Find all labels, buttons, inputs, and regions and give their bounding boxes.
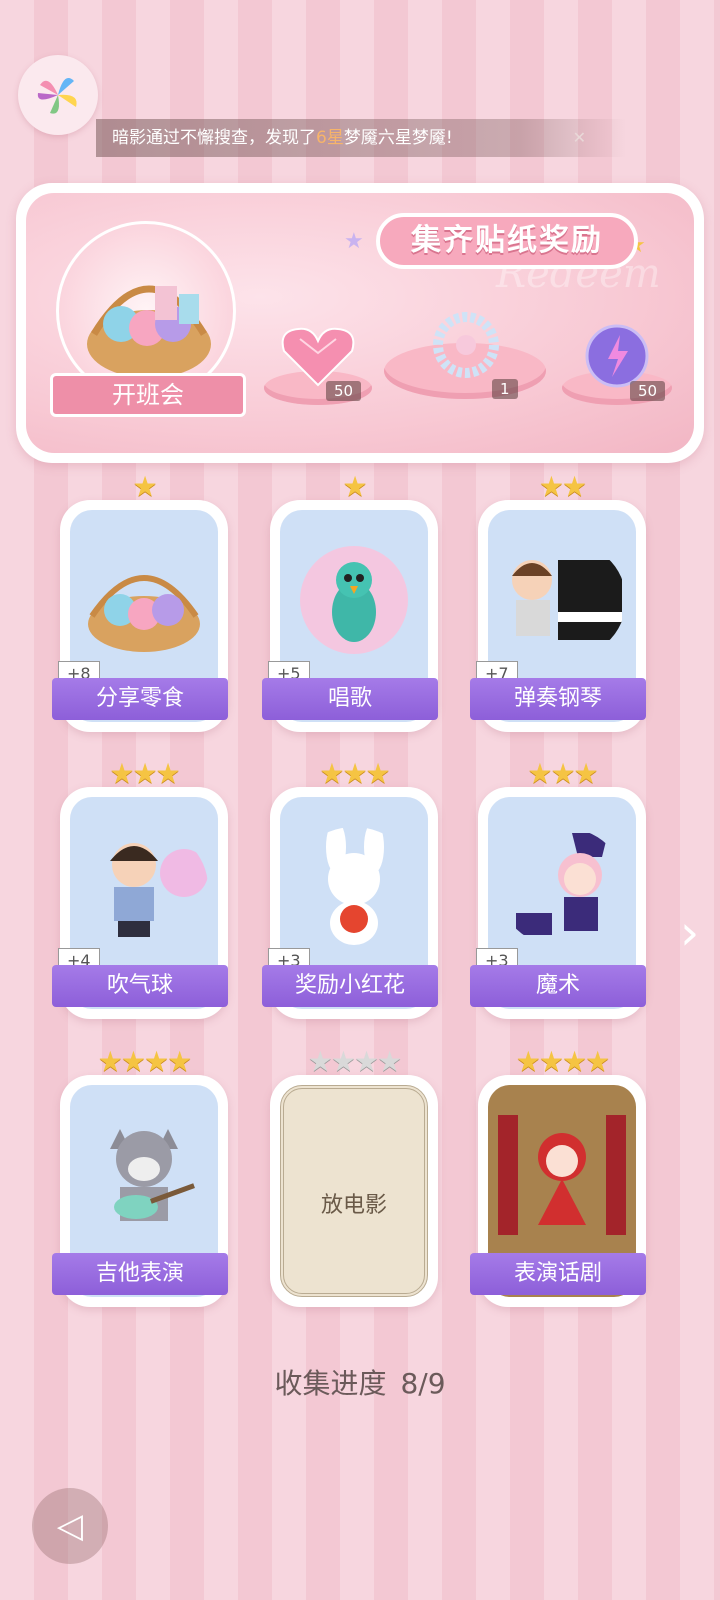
purple-star-icon: ★ — [344, 229, 364, 254]
star-rating: ★★★★ — [97, 1045, 192, 1078]
boy-bubblegum-icon — [110, 843, 208, 937]
snack-basket-icon — [88, 575, 200, 652]
card-label: 唱歌 — [262, 678, 438, 720]
card-label: 弹奏钢琴 — [470, 678, 646, 720]
progress-label: 收集进度 — [274, 1367, 387, 1400]
item-count: 50 — [630, 381, 666, 401]
star-rating: ★★★ — [527, 757, 598, 790]
card-label: 表演话剧 — [470, 1253, 646, 1295]
progress-value: 8/9 — [400, 1367, 446, 1400]
news-ticker: 暗影通过不懈搜查，发现了6星梦魇六星梦魇! ✕ — [96, 119, 626, 157]
sticker-card[interactable]: ★★★ +3 奖励小红花 — [262, 757, 438, 1019]
star-rating: ★ — [132, 470, 157, 503]
wolf-guitar-icon — [110, 1129, 195, 1221]
sticker-card[interactable]: ★★★ +3 魔术 — [470, 757, 646, 1019]
sticker-card[interactable]: ★★ +7 弹奏钢琴 — [470, 470, 646, 732]
collection-progress: 收集进度 8/9 — [0, 1362, 720, 1402]
pinwheel-icon — [37, 78, 77, 114]
locked-sticker-card[interactable]: ★★★★ 放电影 — [270, 1045, 438, 1307]
close-icon[interactable]: ✕ — [573, 119, 586, 157]
reward-panel: Redeem ★ ★ 集齐贴纸奖励 开班会 50 1 — [16, 183, 704, 463]
magician-girl-icon — [516, 833, 608, 935]
reward-panel-inner: Redeem ★ ★ 集齐贴纸奖励 开班会 50 1 — [26, 193, 694, 453]
star-rating: ★★★★ — [515, 1045, 610, 1078]
card-label: 分享零食 — [52, 678, 228, 720]
sticker-card[interactable]: ★★★★ 表演话剧 — [470, 1045, 646, 1307]
sticker-card[interactable]: ★★★ +4 吹气球 — [52, 757, 228, 1019]
app-logo[interactable] — [18, 55, 98, 135]
singing-peacock-icon — [300, 546, 408, 654]
star-rating: ★★★ — [109, 757, 180, 790]
back-button[interactable]: ◁ — [32, 1488, 108, 1564]
bunny-flower-icon — [326, 827, 384, 945]
card-label: 吹气球 — [52, 965, 228, 1007]
card-label: 魔术 — [470, 965, 646, 1007]
next-page-arrow-icon[interactable]: › — [680, 905, 699, 961]
item-count: 1 — [492, 379, 518, 399]
card-label: 吉他表演 — [52, 1253, 228, 1295]
crystal-bracelet-icon[interactable] — [424, 303, 508, 387]
boy-piano-icon — [512, 560, 622, 640]
locked-card-name: 放电影 — [320, 1193, 387, 1218]
sticker-card[interactable]: ★★★★ 吉他表演 — [52, 1045, 228, 1307]
sticker-card[interactable]: ★ +5 唱歌 — [262, 470, 438, 732]
star-rating: ★★ — [538, 470, 587, 503]
event-label: 开班会 — [50, 373, 246, 417]
card-placeholder: 放电影 — [280, 1085, 428, 1297]
pink-heart-gem-icon[interactable] — [278, 323, 358, 389]
star-rating: ★★★ — [319, 757, 390, 790]
ticker-prefix: 暗影通过不懈搜查，发现了 — [112, 128, 316, 148]
card-label: 奖励小红花 — [262, 965, 438, 1007]
ticker-suffix: 梦魇六星梦魇! — [343, 128, 453, 148]
back-arrow-icon: ◁ — [56, 1506, 84, 1546]
catgirl-theater-icon — [498, 1115, 626, 1235]
sticker-card[interactable]: ★ +8 分享零食 — [52, 470, 228, 732]
item-count: 50 — [326, 381, 362, 401]
star-rating: ★★★★ — [307, 1045, 402, 1078]
ticker-highlight: 6星 — [316, 128, 344, 148]
reward-title: 集齐贴纸奖励 — [376, 213, 638, 269]
star-rating: ★ — [342, 470, 367, 503]
